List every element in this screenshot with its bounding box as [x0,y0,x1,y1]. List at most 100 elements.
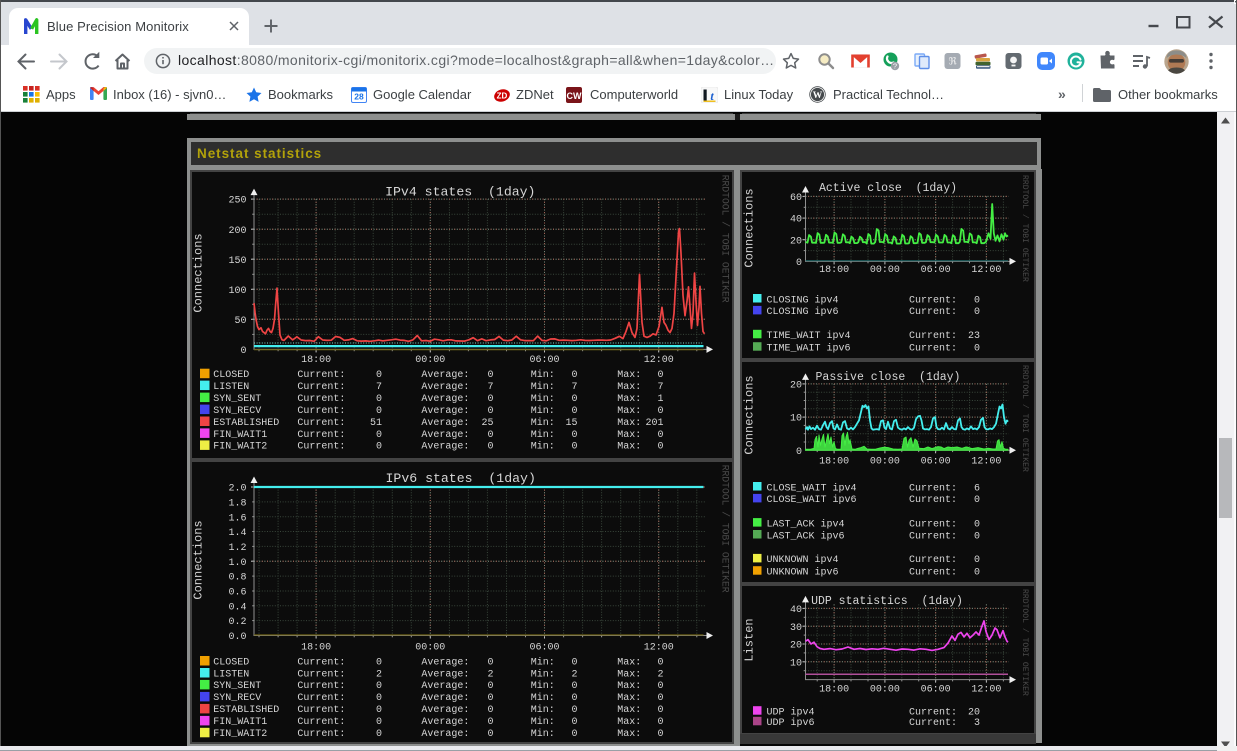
svg-text:0: 0 [376,394,382,405]
svg-text:0: 0 [487,705,493,716]
svg-text:1.8: 1.8 [228,499,246,510]
svg-text:1.2: 1.2 [228,543,246,554]
svg-text:250: 250 [228,196,246,207]
svg-text:IPv6 states (1day): IPv6 states (1day) [386,471,536,486]
svg-text:0: 0 [487,442,493,453]
svg-text:Current:: Current: [909,708,957,719]
svg-text:Max:: Max: [617,669,641,680]
svg-text:2: 2 [571,669,577,680]
svg-text:Max:: Max: [617,657,641,668]
svg-text:ESTABLISHED: ESTABLISHED [213,705,279,716]
svg-text:2: 2 [487,669,493,680]
svg-text:0: 0 [657,705,663,716]
svg-text:20: 20 [790,381,802,392]
svg-text:Average:: Average: [421,370,469,381]
svg-text:0: 0 [240,346,246,357]
svg-text:Current:: Current: [297,382,345,393]
svg-text:Max:: Max: [617,430,641,441]
svg-text:0: 0 [657,717,663,728]
svg-text:0: 0 [376,717,382,728]
svg-text:Min:: Min: [531,680,555,692]
svg-text:10: 10 [790,658,802,669]
svg-text:RRDTOOL / TOBI OETIKER: RRDTOOL / TOBI OETIKER [1020,589,1029,696]
svg-text:Connections: Connections [192,233,206,312]
svg-text:6: 6 [974,483,980,494]
svg-text:201: 201 [645,418,663,429]
svg-text:0: 0 [657,406,663,417]
svg-text:18:00: 18:00 [819,456,849,467]
svg-text:Average:: Average: [421,657,469,668]
svg-text:0: 0 [487,729,493,740]
svg-text:00:00: 00:00 [870,684,900,695]
svg-text:3: 3 [974,718,980,729]
svg-text:0: 0 [487,394,493,405]
svg-text:Average:: Average: [421,406,469,417]
svg-text:10: 10 [790,414,802,425]
svg-text:Average:: Average: [421,681,469,692]
svg-text:RRDTOOL / TOBI OETIKER: RRDTOOL / TOBI OETIKER [1020,175,1029,282]
svg-text:50: 50 [234,316,246,327]
svg-text:0: 0 [571,693,577,704]
svg-text:18:00: 18:00 [819,265,849,276]
svg-text:0.6: 0.6 [228,588,246,599]
svg-text:Current:: Current: [297,669,345,680]
svg-text:IPv4 states (1day): IPv4 states (1day) [385,184,535,199]
svg-text:06:00: 06:00 [921,456,951,467]
svg-text:ESTABLISHED: ESTABLISHED [213,418,279,429]
svg-text:00:00: 00:00 [870,456,900,467]
svg-text:Current:: Current: [297,681,345,692]
svg-text:SYN_SENT: SYN_SENT [213,394,261,405]
svg-text:CLOSING ipv4: CLOSING ipv4 [767,294,839,306]
svg-text:Current:: Current: [297,430,345,441]
svg-text:UDP ipv4: UDP ipv4 [767,707,815,719]
svg-text:RRDTOOL / TOBI OETIKER: RRDTOOL / TOBI OETIKER [720,465,731,593]
svg-text:0: 0 [376,406,382,417]
svg-text:0: 0 [376,729,382,740]
svg-text:Active close (1day): Active close (1day) [819,182,957,195]
svg-text:Average:: Average: [421,442,469,453]
svg-text:Average:: Average: [421,693,469,704]
svg-text:CLOSE_WAIT ipv6: CLOSE_WAIT ipv6 [767,494,857,506]
svg-text:Max:: Max: [617,382,641,393]
svg-text:0: 0 [376,693,382,704]
svg-text:06:00: 06:00 [529,642,559,653]
svg-text:7: 7 [657,382,663,393]
svg-text:0: 0 [657,370,663,381]
svg-text:40: 40 [790,215,802,226]
svg-text:2: 2 [657,669,663,680]
svg-text:0: 0 [376,657,382,668]
svg-text:UNKNOWN ipv6: UNKNOWN ipv6 [767,567,839,579]
svg-text:Current:: Current: [909,568,957,579]
svg-text:18:00: 18:00 [301,642,331,653]
svg-text:0: 0 [974,555,980,566]
svg-text:12:00: 12:00 [971,456,1001,467]
svg-text:SYN_RECV: SYN_RECV [213,406,261,417]
svg-text:00:00: 00:00 [415,642,445,653]
svg-text:Current:: Current: [909,295,957,306]
svg-text:0.8: 0.8 [228,573,246,584]
svg-text:Min:: Min: [531,716,555,728]
svg-text:Max:: Max: [617,693,641,704]
svg-text:0: 0 [571,442,577,453]
svg-text:06:00: 06:00 [529,355,559,366]
svg-text:Current:: Current: [909,331,957,342]
svg-text:Average:: Average: [421,382,469,393]
svg-text:Current:: Current: [297,370,345,381]
svg-text:Max:: Max: [617,729,641,740]
svg-text:Min:: Min: [531,728,555,740]
svg-text:Max:: Max: [617,681,641,692]
svg-text:LAST_ACK ipv4: LAST_ACK ipv4 [767,518,845,530]
svg-text:0: 0 [571,370,577,381]
svg-text:Min:: Min: [531,393,555,405]
svg-text:CW: CW [567,91,582,101]
svg-text:Current:: Current: [297,693,345,704]
svg-text:7: 7 [487,382,493,393]
svg-text:Current:: Current: [297,442,345,453]
svg-text:W: W [813,91,823,101]
svg-text:12:00: 12:00 [971,684,1001,695]
svg-text:20: 20 [790,236,802,247]
svg-text:0: 0 [571,705,577,716]
svg-text:ℜ: ℜ [948,57,957,68]
svg-text:Min:: Min: [531,429,555,441]
svg-text:0: 0 [376,442,382,453]
